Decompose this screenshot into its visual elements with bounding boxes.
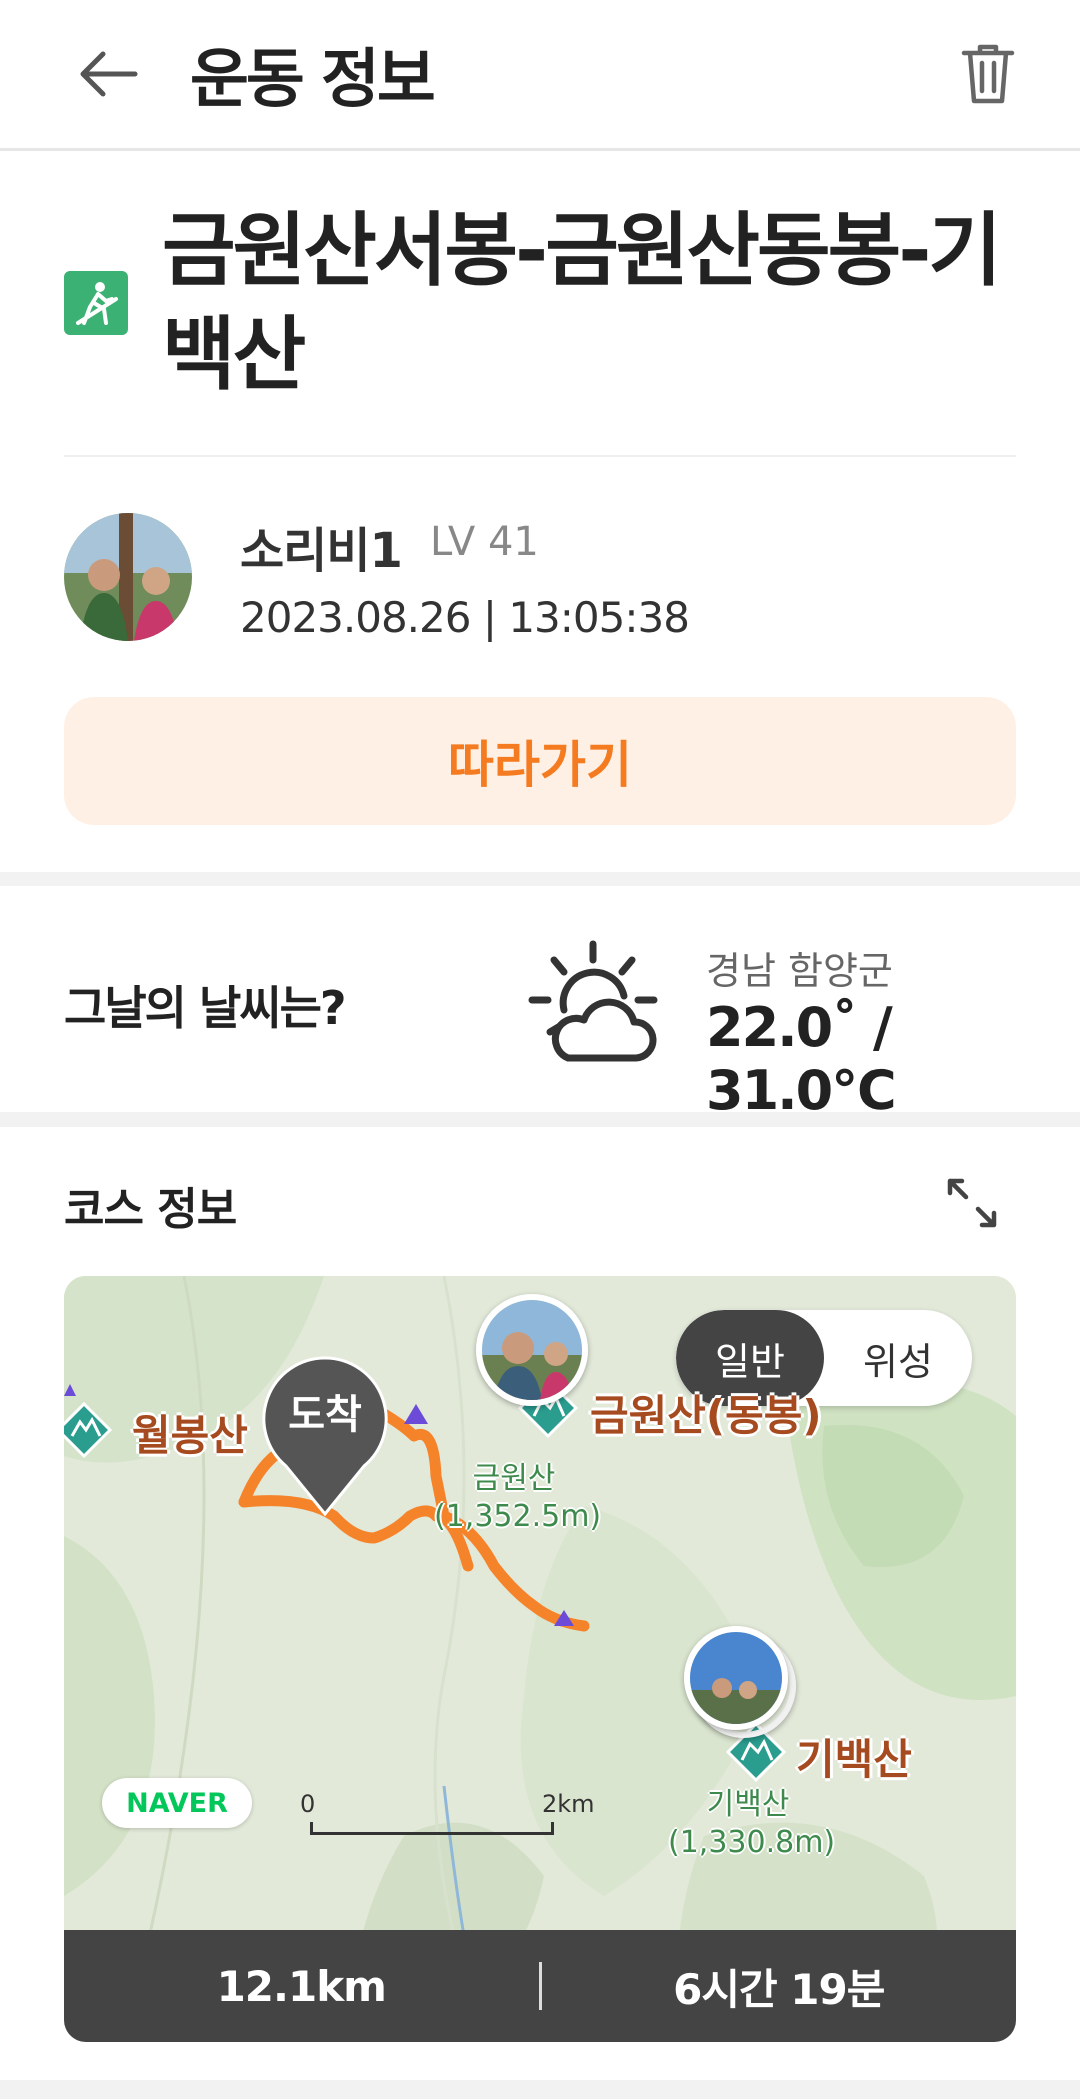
arrival-label: 도착 — [288, 1392, 362, 1438]
course-summary-card: 금원산서봉-금원산동봉-기백산 소리비1 LV 41 2023.08.26 | … — [0, 151, 1080, 872]
peak-label-geumwon: 금원산(동봉) — [590, 1391, 822, 1440]
weather-temperature: 22.0˚ / 31.0℃ — [706, 996, 897, 1122]
peak-label-gibaek: 기백산 — [796, 1735, 912, 1784]
expand-map-button[interactable] — [940, 1171, 1004, 1235]
arrival-marker[interactable]: 도착 — [260, 1354, 390, 1528]
back-button[interactable] — [70, 36, 146, 112]
peak-sub-name: 금원산 — [472, 1461, 556, 1496]
peak-sub-gibaek: 기백산 (1,330.8m) — [668, 1786, 836, 1862]
user-name: 소리비1 — [240, 523, 403, 579]
user-level: LV 41 — [430, 519, 539, 565]
photo-marker-gibaek[interactable] — [684, 1626, 788, 1730]
page-title: 운동 정보 — [190, 43, 436, 117]
partly-cloudy-sun-icon — [528, 940, 658, 1062]
delete-button[interactable] — [950, 36, 1026, 112]
peak-sub-name: 기백산 — [706, 1787, 790, 1822]
follow-button[interactable]: 따라가기 — [64, 697, 1016, 825]
peak-label-wolbong: 월봉산 — [132, 1411, 248, 1460]
map-scale-bar — [310, 1822, 554, 1835]
course-stats-bar: 12.1km 6시간 19분 — [64, 1930, 1016, 2042]
hiking-icon — [64, 271, 128, 335]
duration-stat: 6시간 19분 — [673, 1964, 885, 2014]
photo-marker-user[interactable] — [476, 1294, 588, 1406]
weather-card: 그날의 날씨는? 경남 함양군 22.0˚ / 31.0℃ — [0, 886, 1080, 1122]
divider — [64, 455, 1016, 457]
peak-sub-geumwon: 금원산 (1,352.5m) — [434, 1460, 602, 1536]
peak-sub-elevation: (1,352.5m) — [434, 1499, 602, 1534]
peak-sub-elevation: (1,330.8m) — [668, 1825, 836, 1860]
naver-logo: NAVER — [102, 1778, 252, 1828]
distance-stat: 12.1km — [216, 1961, 387, 2011]
weather-question: 그날의 날씨는? — [64, 981, 347, 1035]
trash-icon — [961, 44, 1015, 104]
expand-icon — [947, 1178, 997, 1228]
scale-end-label: 2km — [542, 1790, 595, 1818]
course-title: 금원산서봉-금원산동봉-기백산 — [162, 204, 1002, 401]
activity-datetime: 2023.08.26 | 13:05:38 — [240, 593, 690, 642]
back-arrow-icon — [80, 51, 138, 97]
top-app-bar: 운동 정보 — [0, 0, 1080, 151]
course-map[interactable]: 도착 일반 위성 월봉산 금원산(동봉) 금원산 (1,352.5m) 기백산 … — [64, 1276, 1016, 2042]
weather-location: 경남 함양군 — [706, 949, 893, 993]
course-info-card: 코스 정보 도착 일반 위성 월봉산 금원산(동봉) 금원산 (1,352.5m… — [0, 1127, 1080, 2080]
section-title: 코스 정보 — [64, 1184, 237, 1235]
toggle-satellite[interactable]: 위성 — [824, 1310, 972, 1406]
scale-start-label: 0 — [300, 1790, 316, 1818]
user-avatar[interactable] — [64, 513, 192, 641]
